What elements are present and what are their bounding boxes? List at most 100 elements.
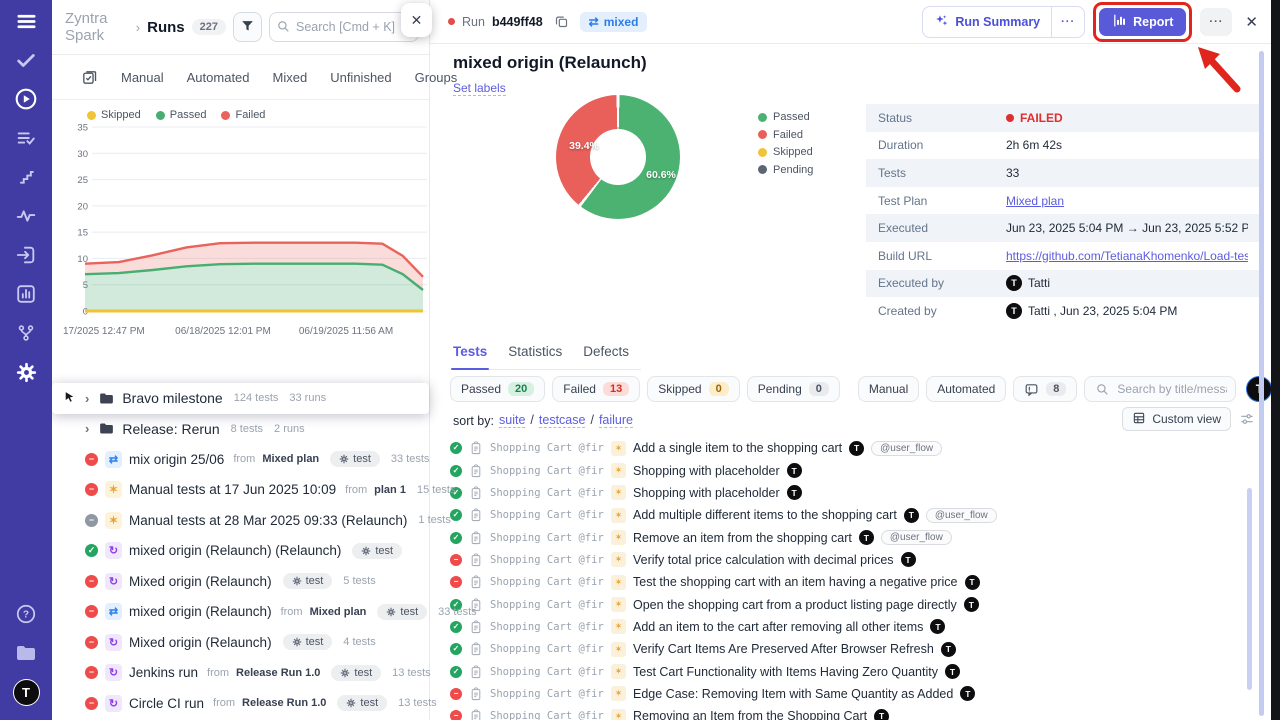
help-icon[interactable]: ?	[13, 601, 39, 627]
bar-chart-icon[interactable]	[13, 281, 39, 307]
test-row[interactable]: ✓ Shopping Cart @firs… ✶ Shopping with p…	[450, 482, 1245, 504]
more-options-button[interactable]: ···	[1200, 8, 1232, 36]
detail-link[interactable]: https://github.com/TetianaKhomenko/Load-…	[1006, 249, 1248, 263]
run-row[interactable]: − ↻ Mixed origin (Relaunch)test5 tests	[52, 566, 429, 597]
sort-by-testcase[interactable]: testcase	[539, 413, 586, 428]
clipboard-icon	[469, 441, 483, 455]
run-id: b449ff48	[492, 15, 543, 29]
stairs-icon[interactable]	[13, 164, 39, 190]
tab-tests[interactable]: Tests	[453, 344, 487, 359]
tab-unfinished[interactable]: Unfinished	[330, 70, 391, 85]
status-failed-icon: −	[85, 697, 98, 710]
user-avatar-sidebar[interactable]: T	[13, 679, 40, 706]
filter-button[interactable]	[233, 12, 262, 42]
test-row[interactable]: − Shopping Cart @firs… ✶ Verify total pr…	[450, 549, 1245, 571]
menu-icon[interactable]	[13, 8, 39, 34]
filter-manual-chip[interactable]: Manual	[858, 376, 919, 402]
sparkle-icon: ✶	[611, 530, 626, 545]
test-row[interactable]: − Shopping Cart @firs… ✶ Removing an Ite…	[450, 705, 1245, 720]
report-button[interactable]: Report	[1099, 8, 1186, 36]
play-circle-icon[interactable]	[13, 86, 39, 112]
sort-by-suite[interactable]: suite	[499, 413, 525, 428]
plan-name[interactable]: Mixed plan	[262, 453, 319, 465]
run-folder-row[interactable]: › Release: Rerun8 tests2 runs	[52, 414, 429, 445]
run-folder-row[interactable]: › Bravo milestone124 tests33 runs	[52, 383, 429, 414]
plan-name[interactable]: Release Run 1.0	[236, 667, 320, 679]
test-row[interactable]: ✓ Shopping Cart @firs… ✶ Remove an item …	[450, 526, 1245, 548]
tab-defects[interactable]: Defects	[583, 344, 629, 359]
clipboard-icon	[469, 642, 483, 656]
comments-filter-chip[interactable]: 8	[1013, 376, 1077, 402]
run-row[interactable]: − ↻ Mixed origin (Relaunch)test4 tests	[52, 627, 429, 658]
filter-failed-chip[interactable]: Failed13	[552, 376, 640, 402]
set-labels-link[interactable]: Set labels	[453, 81, 506, 96]
test-row[interactable]: ✓ Shopping Cart @firs… ✶ Test Cart Funct…	[450, 660, 1245, 682]
close-icon[interactable]: ✕	[1245, 13, 1258, 31]
test-row[interactable]: − Shopping Cart @firs… ✶ Edge Case: Remo…	[450, 683, 1245, 705]
assignee-avatar: T	[787, 463, 802, 478]
run-row[interactable]: − ✶ Manual tests at 17 Jun 2025 10:09fro…	[52, 475, 429, 506]
test-row[interactable]: ✓ Shopping Cart @firs… ✶ Verify Cart Ite…	[450, 638, 1245, 660]
custom-view-button[interactable]: Custom view	[1122, 407, 1231, 431]
detail-link[interactable]: Mixed plan	[1006, 194, 1064, 208]
tab-groups[interactable]: Groups	[415, 70, 458, 85]
filter-skipped-chip[interactable]: Skipped0	[647, 376, 740, 402]
test-suite: Shopping Cart @firs…	[490, 710, 604, 720]
plan-name[interactable]: Mixed plan	[310, 606, 367, 618]
run-row[interactable]: ✓ ↻ mixed origin (Relaunch) (Relaunch)te…	[52, 536, 429, 567]
runs-search-input[interactable]	[269, 12, 419, 42]
view-settings-icon[interactable]	[1239, 411, 1255, 427]
chevron-right-icon[interactable]: ›	[85, 391, 89, 406]
tests-scrollbar[interactable]	[1247, 488, 1252, 690]
breadcrumb-project[interactable]: Zyntra Spark	[65, 10, 129, 44]
tab-manual[interactable]: Manual	[121, 70, 164, 85]
filter-pending-chip[interactable]: Pending0	[747, 376, 840, 402]
tab-statistics[interactable]: Statistics	[508, 344, 562, 359]
sparkle-icon: ✶	[611, 463, 626, 478]
gear-icon[interactable]	[13, 359, 39, 385]
test-tag: @user_flow	[881, 530, 952, 545]
test-row[interactable]: − Shopping Cart @firs… ✶ Test the shoppi…	[450, 571, 1245, 593]
trend-legend: SkippedPassedFailed	[52, 100, 429, 121]
svg-text:?: ?	[23, 610, 29, 621]
run-row[interactable]: − ↻ Circle CI runfromRelease Run 1.0test…	[52, 688, 429, 719]
manual-icon: ✶	[105, 512, 122, 529]
import-icon[interactable]	[13, 242, 39, 268]
pulse-icon[interactable]	[13, 203, 39, 229]
copy-icon[interactable]	[554, 14, 569, 29]
close-panel-button[interactable]: ✕	[401, 3, 432, 37]
sort-by-failure[interactable]: failure	[599, 413, 633, 428]
run-row[interactable]: − ↻ Jenkins runfromRelease Run 1.0test13…	[52, 658, 429, 689]
plan-name[interactable]: plan 1	[374, 484, 406, 496]
test-row[interactable]: ✓ Shopping Cart @firs… ✶ Add a single it…	[450, 437, 1245, 459]
sidebar-nav-bottom: ?	[13, 601, 39, 679]
tab-automated[interactable]: Automated	[187, 70, 250, 85]
run-summary-more-button[interactable]: ···	[1051, 7, 1084, 37]
test-row[interactable]: ✓ Shopping Cart @firs… ✶ Open the shoppi…	[450, 593, 1245, 615]
run-row[interactable]: − ✶ Manual tests at 28 Mar 2025 09:33 (R…	[52, 505, 429, 536]
run-row[interactable]: − ⇄ mixed origin (Relaunch)fromMixed pla…	[52, 597, 429, 628]
test-row[interactable]: ✓ Shopping Cart @firs… ✶ Add multiple di…	[450, 504, 1245, 526]
tab-mixed[interactable]: Mixed	[273, 70, 308, 85]
docs-icon[interactable]	[13, 640, 39, 666]
filter-automated-chip[interactable]: Automated	[926, 376, 1006, 402]
test-suite: Shopping Cart @firs…	[490, 599, 604, 611]
plan-name[interactable]: Release Run 1.0	[242, 697, 326, 709]
svg-text:35: 35	[77, 123, 88, 134]
chevron-right-icon[interactable]: ›	[85, 421, 89, 436]
test-suite: Shopping Cart @firs…	[490, 576, 604, 588]
assignee-avatar: T	[964, 597, 979, 612]
branch-icon[interactable]	[13, 320, 39, 346]
test-title: Remove an item from the shopping cart	[633, 531, 852, 545]
panel-scrollbar[interactable]	[1259, 51, 1264, 716]
select-runs-icon[interactable]	[81, 69, 98, 86]
test-row[interactable]: ✓ Shopping Cart @firs… ✶ Add an item to …	[450, 616, 1245, 638]
tests-search-input[interactable]	[1115, 381, 1229, 397]
test-row[interactable]: ✓ Shopping Cart @firs… ✶ Shopping with p…	[450, 459, 1245, 481]
run-row[interactable]: − ⇄ mix origin 25/06fromMixed plantest33…	[52, 444, 429, 475]
check-icon[interactable]	[13, 47, 39, 73]
filter-passed-chip[interactable]: Passed20	[450, 376, 545, 402]
run-summary-button[interactable]: Run Summary	[923, 7, 1051, 37]
list-check-icon[interactable]	[13, 125, 39, 151]
test-badge: test	[337, 695, 387, 711]
